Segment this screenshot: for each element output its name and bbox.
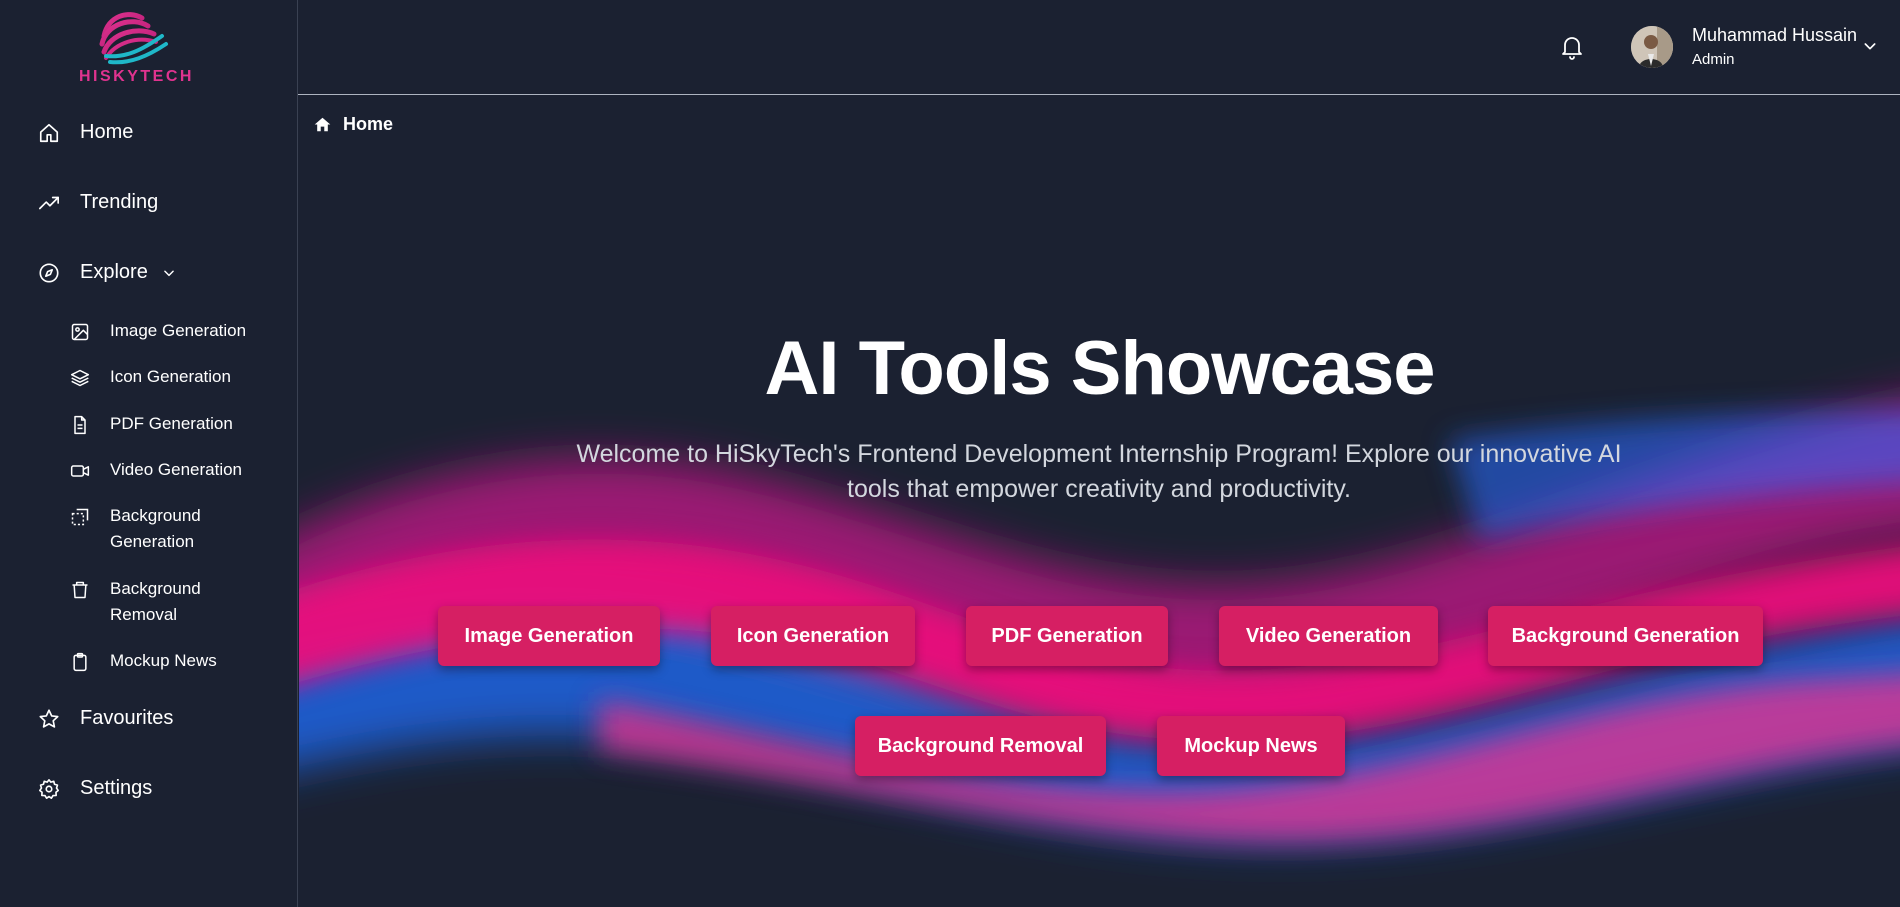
chevron-down-icon[interactable] xyxy=(162,266,176,280)
sidebar-subitem-background-removal[interactable]: Background Removal xyxy=(70,576,250,628)
chevron-down-icon[interactable] xyxy=(1862,38,1878,54)
avatar[interactable] xyxy=(1631,26,1673,68)
sidebar-subitem-label: Image Generation xyxy=(110,321,247,340)
sidebar-subitem-label: Mockup News xyxy=(110,651,217,670)
sidebar-subitem-label: PDF Generation xyxy=(110,414,233,433)
layers-icon xyxy=(70,369,90,387)
sidebar-subitem-background-generation[interactable]: Background Generation xyxy=(70,503,250,555)
file-text-icon xyxy=(74,415,86,435)
user-name[interactable]: Muhammad Hussain xyxy=(1692,25,1857,46)
video-generation-button[interactable]: Video Generation xyxy=(1219,606,1438,666)
sidebar-subitem-label: Video Generation xyxy=(110,460,243,479)
bell-icon[interactable] xyxy=(1560,34,1584,60)
sidebar-item-home[interactable]: Home xyxy=(38,121,133,144)
compass-icon xyxy=(39,262,59,283)
background-removal-button[interactable]: Background Removal xyxy=(855,716,1106,776)
star-icon xyxy=(39,708,59,728)
sidebar-subitem-video-generation[interactable]: Video Generation xyxy=(70,457,250,483)
sidebar-item-label: Home xyxy=(80,121,134,143)
page-title: AI Tools Showcase xyxy=(764,326,1436,411)
sidebar-subitem-label: Background Generation xyxy=(110,506,201,551)
sidebar-subitem-label: Background Removal xyxy=(110,579,201,624)
sidebar-subitem-icon-generation[interactable]: Icon Generation xyxy=(70,364,250,390)
sidebar-subitem-mockup-news[interactable]: Mockup News xyxy=(70,648,250,674)
sidebar-item-label: Trending xyxy=(80,191,159,213)
hero-subtitle: Welcome to HiSkyTech's Frontend Developm… xyxy=(576,440,1622,503)
image-generation-button[interactable]: Image Generation xyxy=(438,606,660,666)
image-icon xyxy=(71,323,89,341)
breadcrumb: Home xyxy=(314,114,393,135)
background-icon xyxy=(71,508,89,526)
user-role: Admin xyxy=(1692,51,1735,68)
sidebar-item-favourites[interactable]: Favourites xyxy=(38,707,173,730)
mockup-news-button[interactable]: Mockup News xyxy=(1157,716,1345,776)
gear-icon xyxy=(39,778,59,799)
sidebar: HISKYTECH Home Trending Explore Image Ge… xyxy=(0,0,298,907)
sidebar-item-label: Explore xyxy=(80,261,148,283)
wave-background xyxy=(299,401,1900,842)
breadcrumb-home[interactable]: Home xyxy=(343,114,393,135)
hero-section: AI Tools Showcase Welcome to HiSkyTech's… xyxy=(299,140,1900,907)
sidebar-item-settings[interactable]: Settings xyxy=(38,777,152,800)
video-icon xyxy=(70,465,90,477)
sidebar-subitem-pdf-generation[interactable]: PDF Generation xyxy=(70,411,250,437)
trash-icon xyxy=(72,581,88,599)
sidebar-subitem-image-generation[interactable]: Image Generation xyxy=(70,318,250,344)
home-icon[interactable] xyxy=(314,116,331,133)
home-icon xyxy=(39,123,59,142)
sidebar-item-label: Settings xyxy=(80,777,153,799)
sidebar-subitem-label: Icon Generation xyxy=(110,367,231,386)
sidebar-item-label: Favourites xyxy=(80,707,174,729)
pdf-generation-button[interactable]: PDF Generation xyxy=(966,606,1168,666)
trending-up-icon xyxy=(39,196,59,209)
background-generation-button[interactable]: Background Generation xyxy=(1488,606,1763,666)
sidebar-item-explore[interactable]: Explore xyxy=(38,261,176,284)
sidebar-item-trending[interactable]: Trending xyxy=(38,191,158,214)
clipboard-icon xyxy=(73,652,87,672)
icon-generation-button[interactable]: Icon Generation xyxy=(711,606,915,666)
brand-name: HISKYTECH xyxy=(79,68,194,85)
